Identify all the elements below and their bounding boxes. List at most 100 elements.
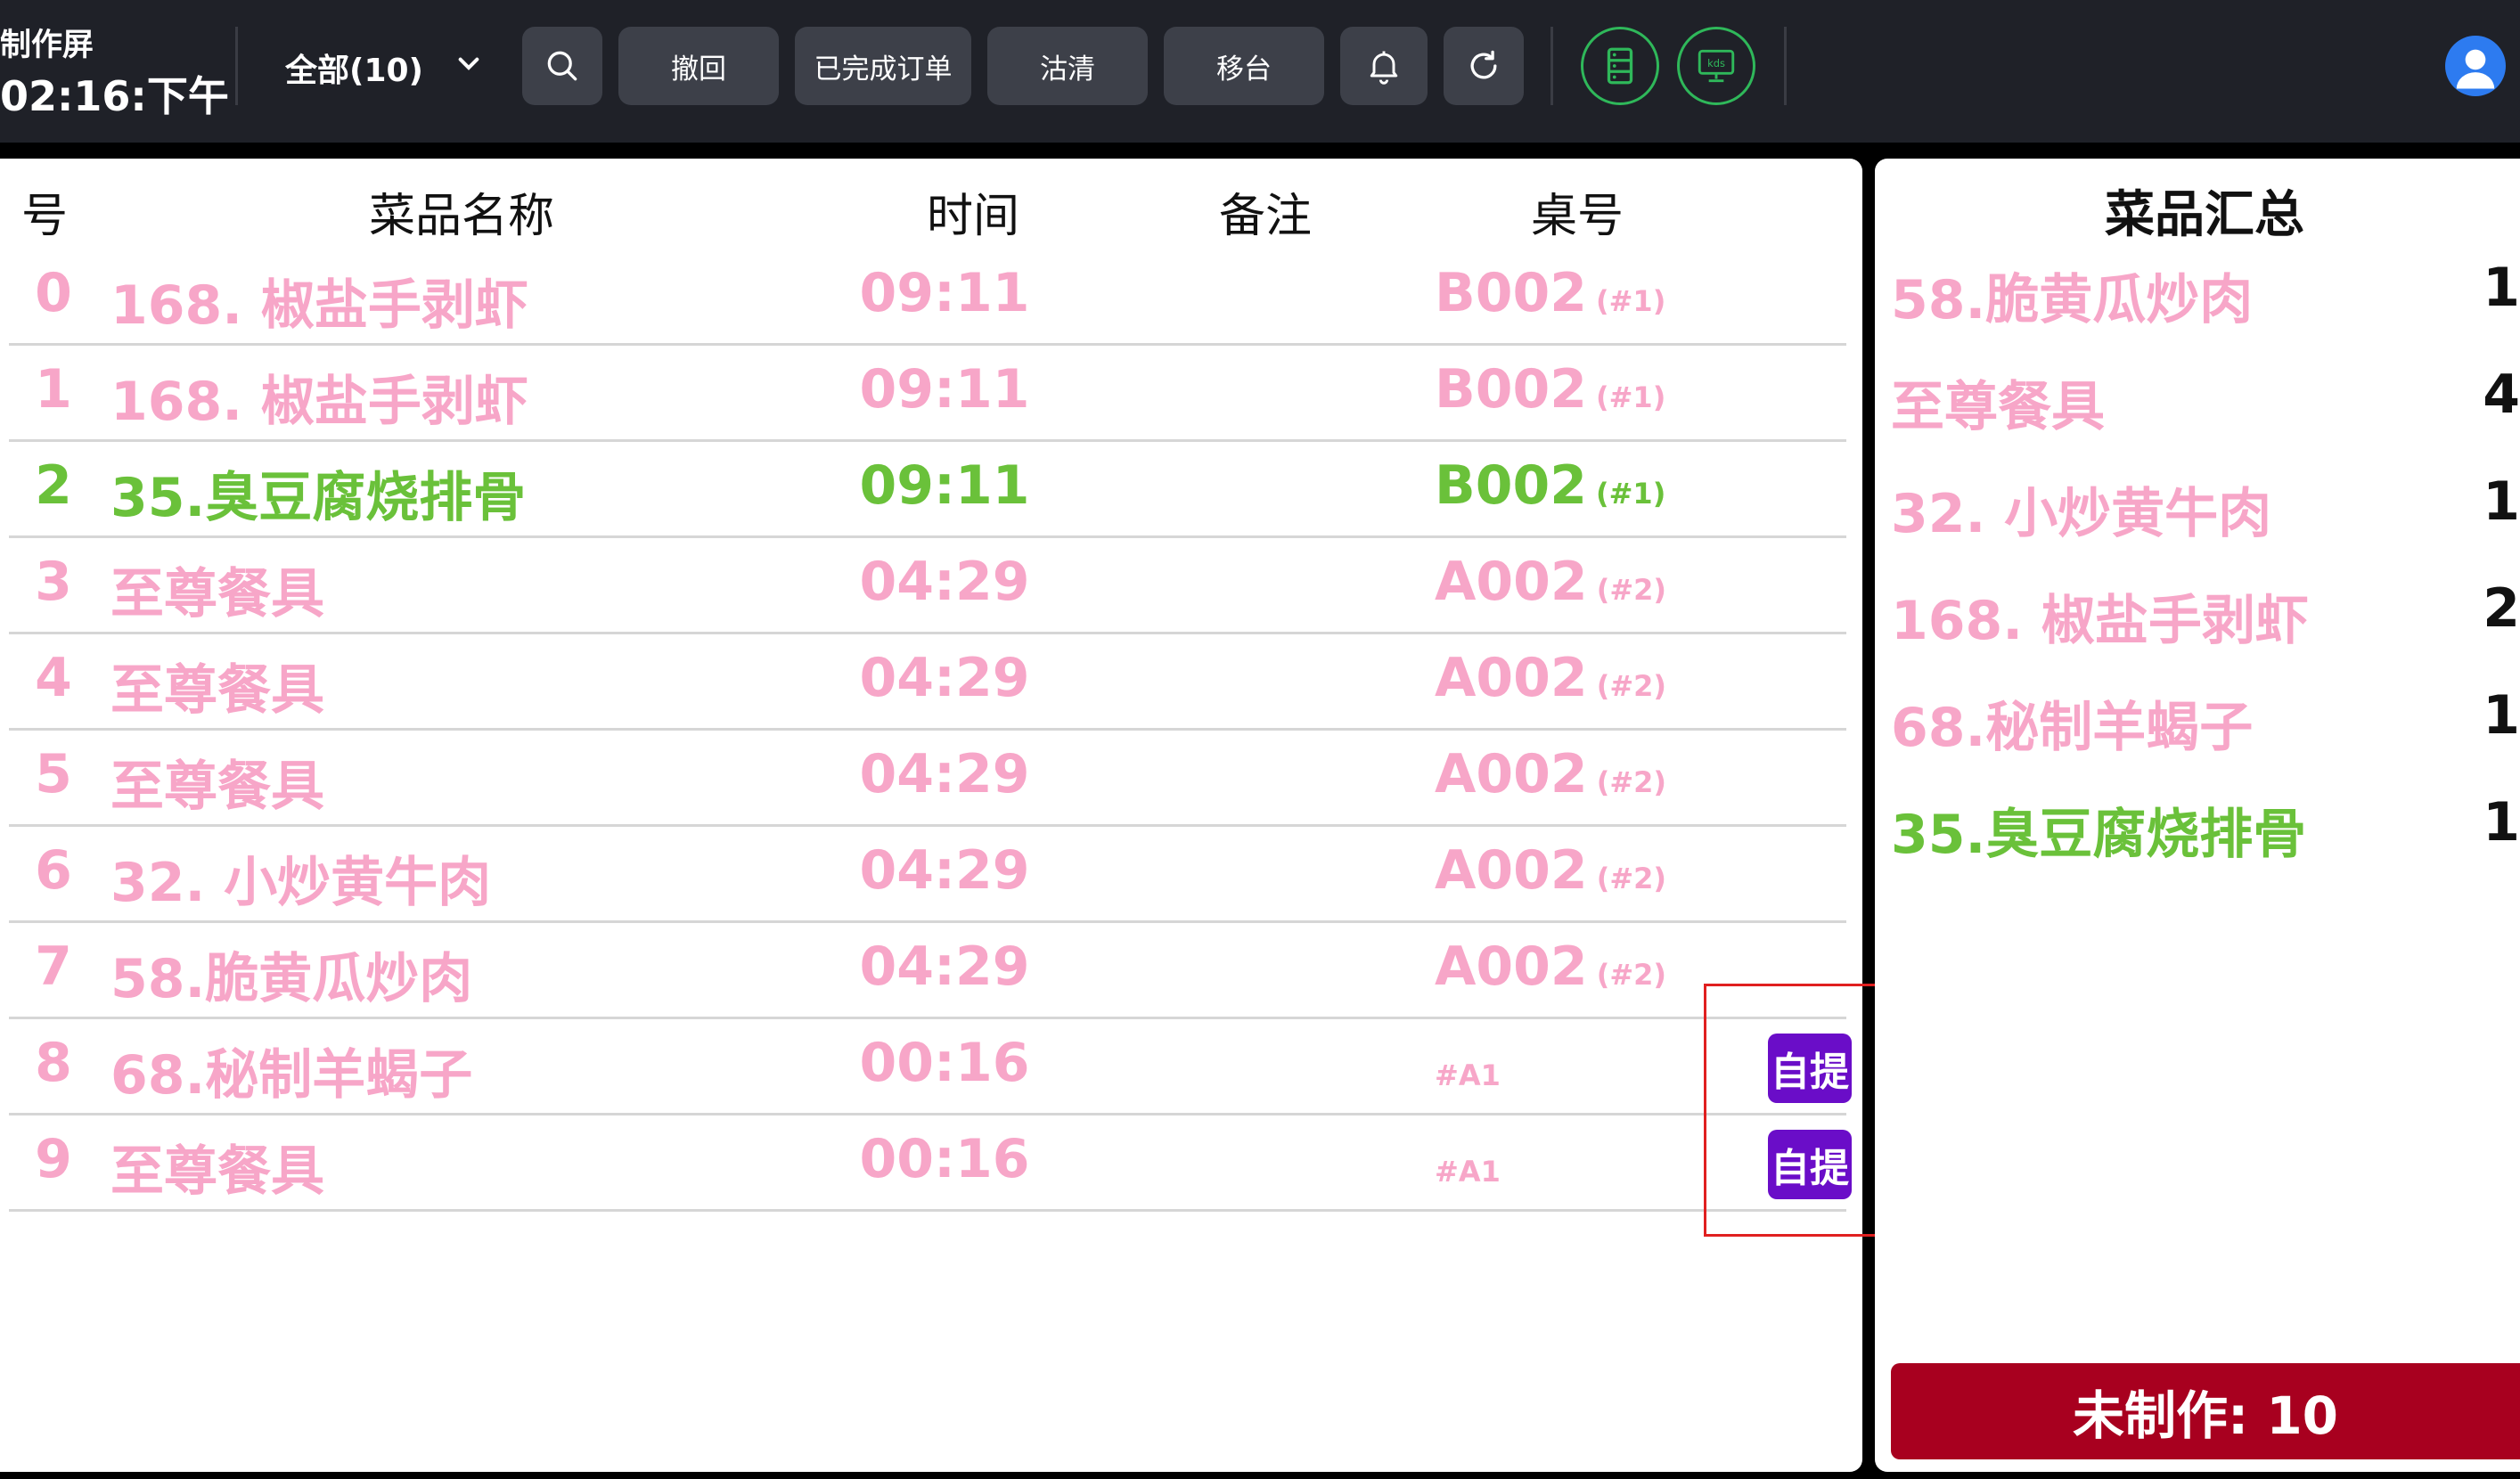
order-dish-name: 至尊餐具 <box>110 756 324 818</box>
order-row[interactable]: 4 至尊餐具 04:29 A002 (#2) <box>9 634 1846 731</box>
order-time: 00:16 <box>859 1128 1030 1190</box>
order-seat: (#2) <box>1596 573 1667 607</box>
column-header-table: 桌号 <box>1531 190 1624 243</box>
refresh-button[interactable] <box>1444 27 1524 105</box>
filter-dropdown[interactable]: 全部(10) <box>285 45 423 91</box>
order-seat: (#1) <box>1595 284 1666 318</box>
summary-title: 菜品汇总 <box>2105 186 2304 244</box>
list-icon <box>1607 47 1633 85</box>
divider <box>1550 27 1553 105</box>
summary-item-qty: 4 <box>2483 364 2520 426</box>
pending-count-button[interactable]: 未制作: 10 <box>1891 1363 2520 1459</box>
order-table-cell: A002 (#2) <box>1435 839 1666 902</box>
order-dish-name: 32. 小炒黄牛肉 <box>110 852 492 914</box>
order-index: 0 <box>35 262 72 324</box>
order-seat: (#2) <box>1596 958 1667 992</box>
order-table-number: A002 <box>1435 839 1588 902</box>
order-row[interactable]: 0 168. 椒盐手剥虾 09:11 B002 (#1) <box>9 249 1846 346</box>
undo-button[interactable]: 撤回 <box>618 27 779 105</box>
highlight-box <box>1704 984 1891 1237</box>
order-dish-name: 68.秘制羊蝎子 <box>110 1044 473 1107</box>
order-dish-name: 至尊餐具 <box>110 659 324 722</box>
order-table-number: A002 <box>1435 743 1588 805</box>
summary-item-qty: 1 <box>2483 791 2520 854</box>
summary-item-name: 至尊餐具 <box>1891 376 2105 438</box>
order-seat: (#1) <box>1595 380 1666 414</box>
order-table-cell: A002 (#2) <box>1435 936 1666 998</box>
chevron-down-icon[interactable] <box>454 50 483 78</box>
order-index: 8 <box>35 1032 72 1094</box>
order-time: 04:29 <box>859 647 1030 709</box>
user-avatar[interactable] <box>2445 36 2506 96</box>
order-row[interactable]: 2 35.臭豆腐烧排骨 09:11 B002 (#1) <box>9 442 1846 538</box>
list-view-button[interactable] <box>1581 27 1659 105</box>
kds-icon: kds <box>1698 49 1735 83</box>
order-time: 04:29 <box>859 551 1030 613</box>
order-index: 4 <box>35 647 72 709</box>
order-table-cell: A002 (#2) <box>1435 743 1666 805</box>
summary-item-name: 68.秘制羊蝎子 <box>1891 697 2254 759</box>
completed-orders-button[interactable]: 已完成订单 <box>795 27 971 105</box>
order-table-number: A002 <box>1435 551 1588 613</box>
order-time: 04:29 <box>859 936 1030 998</box>
column-header-dish: 菜品名称 <box>369 190 555 243</box>
order-dish-name: 168. 椒盐手剥虾 <box>110 274 528 337</box>
summary-item-name: 32. 小炒黄牛肉 <box>1891 483 2272 545</box>
order-dish-name: 58.脆黄瓜炒肉 <box>110 948 473 1010</box>
bell-icon <box>1370 51 1398 85</box>
order-table-cell: B002 (#1) <box>1435 262 1665 324</box>
notification-button[interactable] <box>1340 27 1428 105</box>
user-icon <box>2456 49 2495 89</box>
search-button[interactable] <box>522 27 602 105</box>
top-bar: 制作屏 02:16:下午 全部(10) 撤回 已完成订单 沽清 移台 kds <box>0 0 2520 143</box>
order-index: 5 <box>35 743 72 805</box>
summary-item-qty: 2 <box>2483 577 2520 640</box>
order-time: 04:29 <box>859 743 1030 805</box>
summary-item: 35.臭豆腐烧排骨 1 <box>1891 782 2520 878</box>
column-header-number: 号 <box>21 190 69 243</box>
order-row[interactable]: 3 至尊餐具 04:29 A002 (#2) <box>9 538 1846 634</box>
refresh-icon <box>1470 50 1497 79</box>
order-table-number: B002 <box>1435 358 1587 421</box>
app-title: 制作屏 <box>0 28 94 63</box>
summary-item: 至尊餐具 4 <box>1891 355 2520 451</box>
order-table-cell: B002 (#1) <box>1435 454 1665 517</box>
order-dish-name: 至尊餐具 <box>110 1140 324 1203</box>
order-row[interactable]: 9 至尊餐具 00:16 #A1 自提 <box>9 1115 1852 1212</box>
summary-item-qty: 1 <box>2483 470 2520 533</box>
order-row[interactable]: 7 58.脆黄瓜炒肉 04:29 A002 (#2) <box>9 923 1846 1019</box>
order-time: 09:11 <box>859 454 1030 517</box>
order-row[interactable]: 6 32. 小炒黄牛肉 04:29 A002 (#2) <box>9 827 1846 923</box>
order-table-number: B002 <box>1435 454 1587 517</box>
order-table-number: B002 <box>1435 262 1587 324</box>
order-row[interactable]: 1 168. 椒盐手剥虾 09:11 B002 (#1) <box>9 346 1846 442</box>
order-table-cell: #A1 <box>1435 1058 1501 1092</box>
column-header-note: 备注 <box>1219 190 1313 243</box>
order-time: 09:11 <box>859 358 1030 421</box>
summary-item-qty: 1 <box>2483 257 2520 319</box>
order-dish-name: 168. 椒盐手剥虾 <box>110 371 528 433</box>
order-index: 1 <box>35 358 72 421</box>
sold-out-button[interactable]: 沽清 <box>987 27 1148 105</box>
order-table-cell: A002 (#2) <box>1435 551 1666 613</box>
order-row[interactable]: 5 至尊餐具 04:29 A002 (#2) <box>9 731 1846 827</box>
kds-button[interactable]: kds <box>1677 27 1755 105</box>
divider <box>1784 27 1787 105</box>
order-table-cell: B002 (#1) <box>1435 358 1665 421</box>
order-index: 6 <box>35 839 72 902</box>
summary-item: 58.脆黄瓜炒肉 1 <box>1891 248 2520 344</box>
summary-panel: 菜品汇总 58.脆黄瓜炒肉 1 至尊餐具 4 32. 小炒黄牛肉 1 168. 椒盐手剥虾 2… <box>1875 159 2520 1472</box>
order-table-cell: #A1 <box>1435 1155 1501 1189</box>
move-table-button[interactable]: 移台 <box>1164 27 1324 105</box>
order-index: 9 <box>35 1128 72 1190</box>
order-seat: (#1) <box>1595 477 1666 511</box>
order-table-number: A002 <box>1435 936 1588 998</box>
summary-item-name: 35.臭豆腐烧排骨 <box>1891 804 2307 866</box>
order-time: 00:16 <box>859 1032 1030 1094</box>
summary-item: 68.秘制羊蝎子 1 <box>1891 675 2520 772</box>
order-table-number: #A1 <box>1435 1058 1501 1092</box>
search-icon <box>547 51 577 81</box>
order-index: 2 <box>35 454 72 517</box>
summary-item: 32. 小炒黄牛肉 1 <box>1891 462 2520 558</box>
order-row[interactable]: 8 68.秘制羊蝎子 00:16 #A1 自提 <box>9 1019 1852 1115</box>
